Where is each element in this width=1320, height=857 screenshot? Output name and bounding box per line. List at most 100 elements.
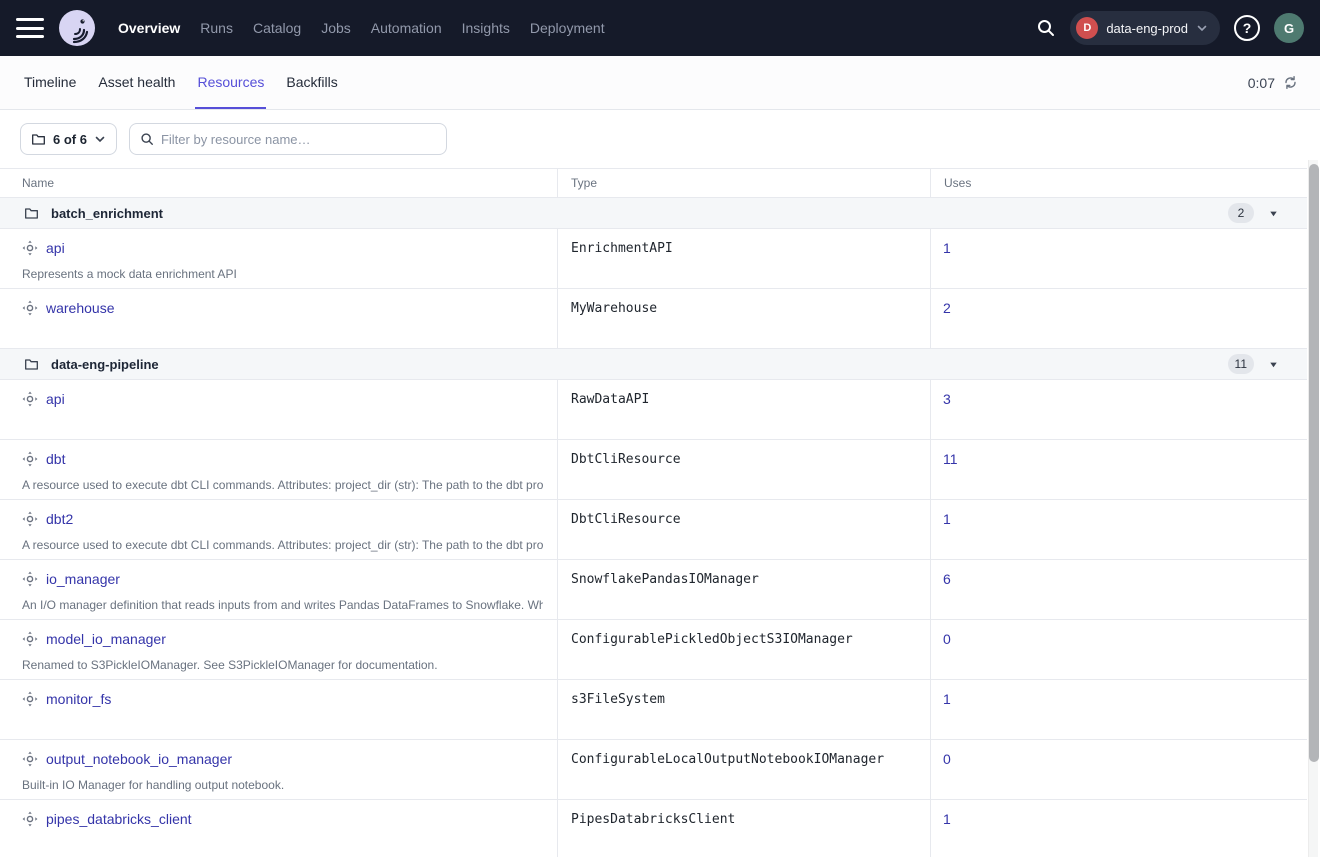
table-header: Name Type Uses — [0, 169, 1307, 198]
resource-uses-link[interactable]: 1 — [943, 811, 951, 827]
vertical-scrollbar-track[interactable] — [1308, 160, 1318, 857]
resource-type: ConfigurablePickledObjectS3IOManager — [557, 620, 930, 679]
resource-type: DbtCliResource — [557, 440, 930, 499]
dagster-logo-icon[interactable] — [58, 9, 96, 47]
resource-name-link[interactable]: warehouse — [46, 300, 115, 316]
resource-row: dbt A resource used to execute dbt CLI c… — [0, 440, 1307, 500]
resource-type: RawDataAPI — [557, 380, 930, 439]
tab-bar: Timeline Asset health Resources Backfill… — [0, 56, 1320, 110]
resource-uses-link[interactable]: 0 — [943, 751, 951, 767]
resource-uses-link[interactable]: 1 — [943, 240, 951, 256]
group-name: data-eng-pipeline — [51, 357, 159, 372]
resource-description: An I/O manager definition that reads inp… — [22, 598, 543, 612]
folder-icon — [24, 357, 39, 372]
resource-row: pipes_databricks_client PipesDatabricksC… — [0, 800, 1307, 857]
resource-name-cell: api — [0, 380, 557, 439]
resource-name-cell: output_notebook_io_manager Built-in IO M… — [0, 740, 557, 799]
menu-icon[interactable] — [16, 18, 44, 38]
resource-filter-input[interactable] — [161, 132, 436, 147]
resource-name-link[interactable]: api — [46, 240, 65, 256]
collapse-group-caret-icon[interactable] — [1268, 208, 1279, 219]
primary-nav: Overview Runs Catalog Jobs Automation In… — [118, 20, 605, 36]
user-avatar[interactable]: G — [1274, 13, 1304, 43]
resource-uses-link[interactable]: 0 — [943, 631, 951, 647]
nav-deployment[interactable]: Deployment — [530, 20, 605, 36]
resource-icon — [22, 391, 38, 407]
resource-description: A resource used to execute dbt CLI comma… — [22, 478, 543, 492]
resource-uses-link[interactable]: 3 — [943, 391, 951, 407]
resource-row: dbt2 A resource used to execute dbt CLI … — [0, 500, 1307, 560]
resource-row: monitor_fs s3FileSystem 1 — [0, 680, 1307, 740]
resource-name-link[interactable]: api — [46, 391, 65, 407]
refresh-area: 0:07 — [1248, 56, 1298, 109]
collapse-group-caret-icon[interactable] — [1268, 359, 1279, 370]
nav-automation[interactable]: Automation — [371, 20, 442, 36]
topnav-right: D data-eng-prod ? G — [1036, 11, 1304, 45]
resource-description: Represents a mock data enrichment API — [22, 267, 543, 281]
resource-type: s3FileSystem — [557, 680, 930, 739]
vertical-scrollbar-thumb[interactable] — [1309, 164, 1319, 762]
nav-jobs[interactable]: Jobs — [321, 20, 351, 36]
refresh-timer: 0:07 — [1248, 75, 1275, 91]
resource-name-link[interactable]: dbt2 — [46, 511, 73, 527]
resource-name-link[interactable]: model_io_manager — [46, 631, 166, 647]
nav-runs[interactable]: Runs — [200, 20, 233, 36]
workspace-switcher[interactable]: D data-eng-prod — [1070, 11, 1220, 45]
resource-type: DbtCliResource — [557, 500, 930, 559]
workspace-badge: D — [1076, 17, 1098, 39]
resource-uses-link[interactable]: 11 — [943, 451, 958, 467]
refresh-icon[interactable] — [1283, 75, 1298, 90]
group-name: batch_enrichment — [51, 206, 163, 221]
resource-uses-link[interactable]: 6 — [943, 571, 951, 587]
resource-uses-link[interactable]: 1 — [943, 691, 951, 707]
resource-row: api RawDataAPI 3 — [0, 380, 1307, 440]
resource-name-cell: api Represents a mock data enrichment AP… — [0, 229, 557, 288]
resource-name-link[interactable]: output_notebook_io_manager — [46, 751, 232, 767]
resource-icon — [22, 240, 38, 256]
resource-name-cell: monitor_fs — [0, 680, 557, 739]
resource-uses-link[interactable]: 2 — [943, 300, 951, 316]
nav-insights[interactable]: Insights — [462, 20, 510, 36]
group-count-filter-button[interactable]: 6 of 6 — [20, 123, 117, 155]
tab-backfills[interactable]: Backfills — [284, 56, 339, 109]
resource-name-link[interactable]: dbt — [46, 451, 65, 467]
resource-group-row: data-eng-pipeline 11 — [0, 349, 1307, 380]
resource-name-link[interactable]: monitor_fs — [46, 691, 111, 707]
resource-row: output_notebook_io_manager Built-in IO M… — [0, 740, 1307, 800]
table-body: batch_enrichment 2 api Represents a mock… — [0, 198, 1307, 857]
resource-name-cell: pipes_databricks_client — [0, 800, 557, 857]
filter-toolbar: 6 of 6 — [0, 110, 1320, 168]
resource-icon — [22, 691, 38, 707]
nav-overview[interactable]: Overview — [118, 20, 180, 36]
resource-type: SnowflakePandasIOManager — [557, 560, 930, 619]
column-header-name: Name — [0, 169, 557, 197]
resources-table: Name Type Uses batch_enrichment 2 a — [0, 168, 1307, 857]
resource-icon — [22, 631, 38, 647]
resource-uses-link[interactable]: 1 — [943, 511, 951, 527]
search-icon[interactable] — [1036, 18, 1056, 38]
resource-icon — [22, 811, 38, 827]
resource-icon — [22, 511, 38, 527]
resource-name-cell: dbt2 A resource used to execute dbt CLI … — [0, 500, 557, 559]
resource-name-link[interactable]: io_manager — [46, 571, 120, 587]
tab-timeline[interactable]: Timeline — [22, 56, 78, 109]
resource-row: model_io_manager Renamed to S3PickleIOMa… — [0, 620, 1307, 680]
help-icon[interactable]: ? — [1234, 15, 1260, 41]
resource-row: warehouse MyWarehouse 2 — [0, 289, 1307, 349]
search-icon — [140, 132, 154, 146]
nav-catalog[interactable]: Catalog — [253, 20, 301, 36]
column-header-type: Type — [557, 169, 930, 197]
chevron-down-icon — [1196, 22, 1208, 34]
tab-asset-health[interactable]: Asset health — [96, 56, 177, 109]
tab-resources[interactable]: Resources — [195, 56, 266, 109]
resource-type: PipesDatabricksClient — [557, 800, 930, 857]
resource-group-row: batch_enrichment 2 — [0, 198, 1307, 229]
folder-icon — [31, 132, 46, 147]
resource-icon — [22, 300, 38, 316]
column-header-uses: Uses — [930, 169, 1307, 197]
resource-description: Built-in IO Manager for handling output … — [22, 778, 543, 792]
resource-type: MyWarehouse — [557, 289, 930, 348]
group-count-badge: 11 — [1228, 354, 1254, 374]
resource-name-link[interactable]: pipes_databricks_client — [46, 811, 192, 827]
resource-icon — [22, 751, 38, 767]
